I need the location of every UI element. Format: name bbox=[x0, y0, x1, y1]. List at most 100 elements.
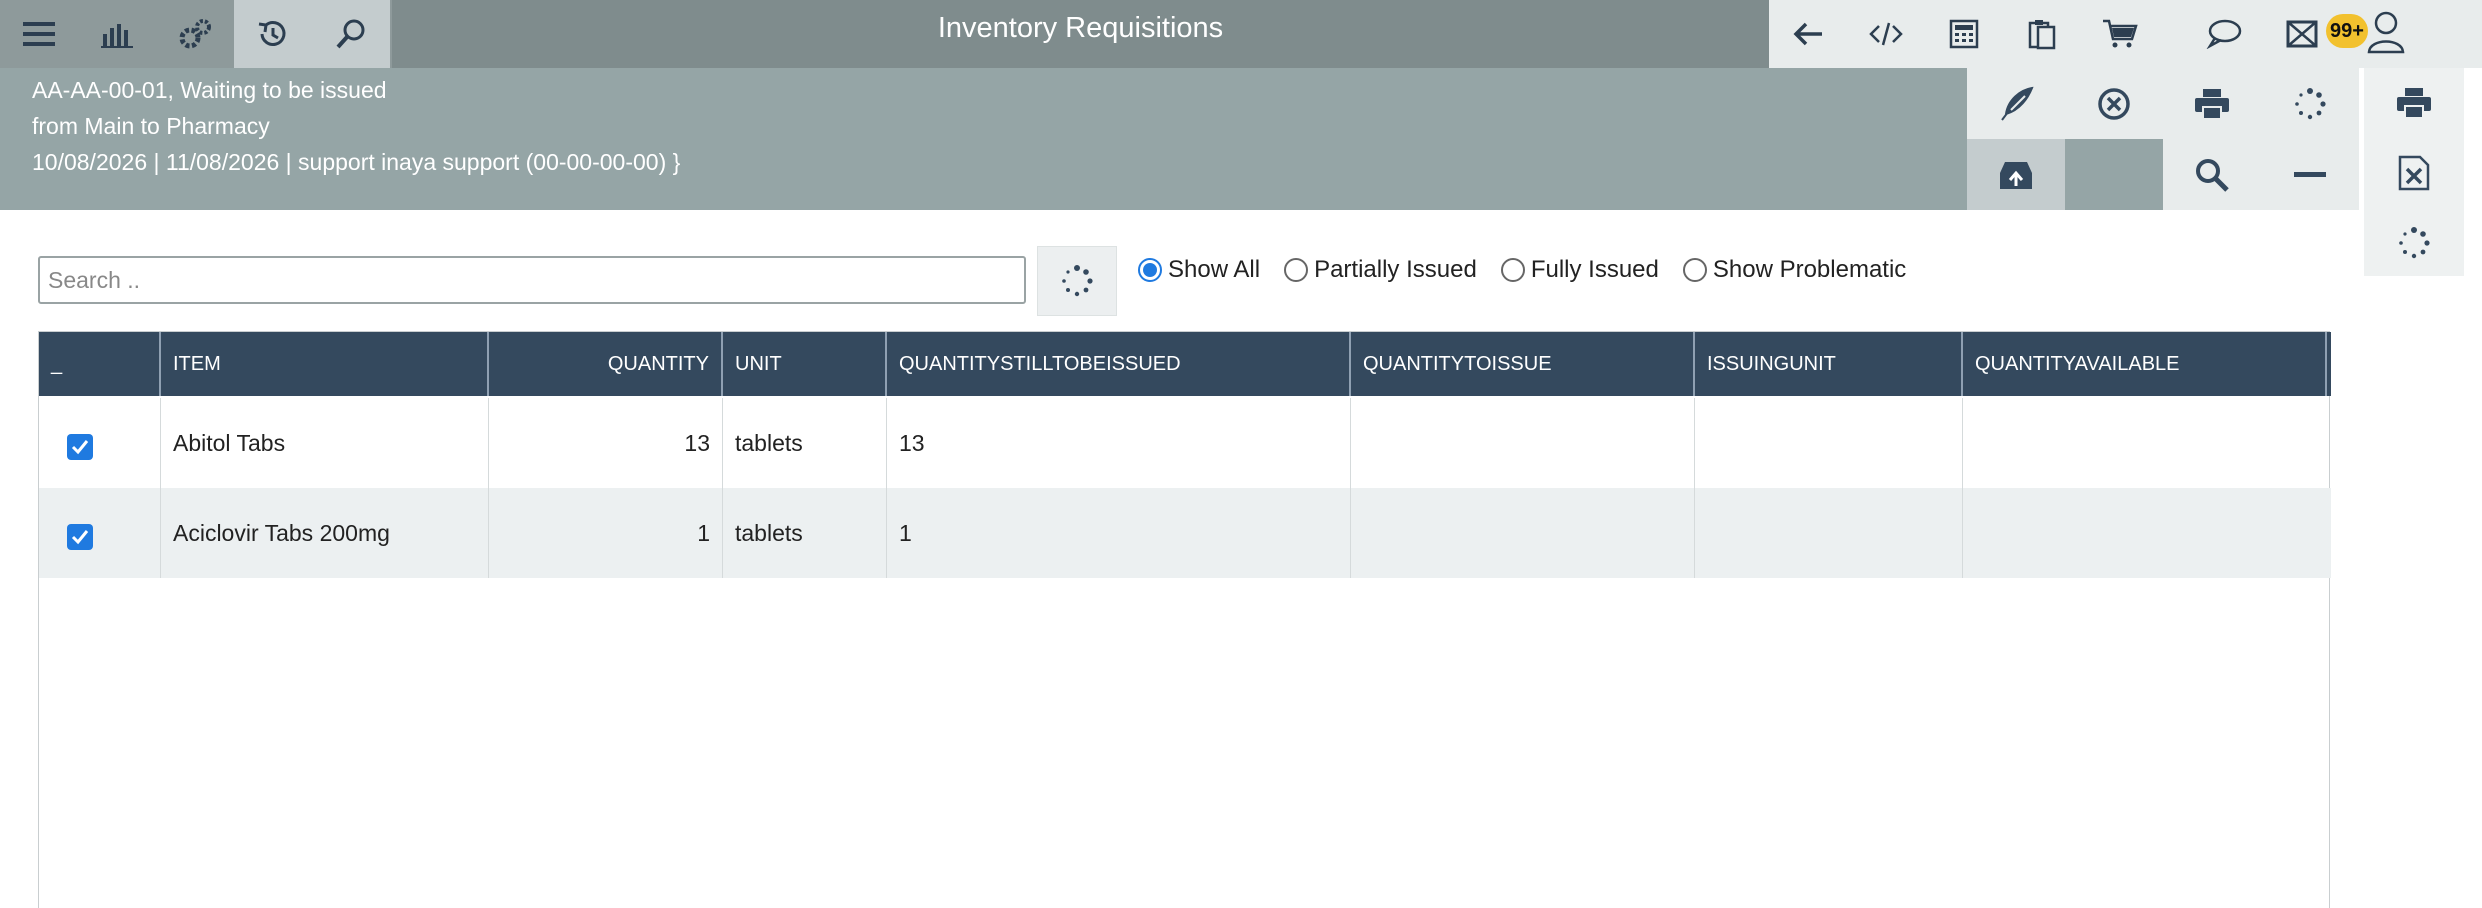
settings-gears-icon bbox=[179, 19, 211, 49]
still-to-be-issued-cell: 1 bbox=[887, 488, 1351, 578]
radio-fully-issued[interactable] bbox=[1500, 258, 1525, 282]
table-row[interactable]: Abitol Tabs 13 tablets 13 bbox=[39, 398, 2331, 488]
archive-button[interactable] bbox=[1967, 139, 2065, 210]
back-button[interactable] bbox=[1769, 0, 1847, 68]
calculator-button[interactable] bbox=[1925, 0, 2003, 68]
print-icon bbox=[2195, 88, 2229, 120]
item-cell: Aciclovir Tabs 200mg bbox=[161, 488, 489, 578]
zoom-icon bbox=[2196, 158, 2229, 192]
collapse-button[interactable] bbox=[2261, 139, 2359, 210]
left-toolbar bbox=[0, 0, 392, 68]
print-button[interactable] bbox=[2163, 68, 2261, 139]
user-avatar[interactable] bbox=[2366, 10, 2406, 54]
table-row[interactable]: Aciclovir Tabs 200mg 1 tablets 1 bbox=[39, 488, 2331, 578]
requisition-items-table: _ ITEM QUANTITY UNIT QUANTITYSTILLTOBEIS… bbox=[38, 331, 2331, 908]
top-bar: Inventory Requisitions 99+ bbox=[0, 0, 2482, 68]
radio-show-problematic[interactable] bbox=[1682, 258, 1707, 282]
action-grid bbox=[1967, 68, 2359, 210]
mail-icon bbox=[2286, 20, 2318, 48]
row-checkbox[interactable] bbox=[67, 434, 93, 460]
column-header-select[interactable]: _ bbox=[39, 332, 161, 396]
column-header-issuing-unit[interactable]: ISSUINGUNIT bbox=[1695, 332, 1963, 396]
search-icon bbox=[336, 19, 365, 49]
filter-label: Show All bbox=[1168, 256, 1261, 283]
row-select-cell bbox=[39, 488, 161, 578]
history-button[interactable] bbox=[234, 0, 312, 68]
menu-icon bbox=[23, 22, 55, 46]
feather-sign-icon bbox=[2001, 86, 2034, 121]
minus-icon bbox=[2294, 171, 2326, 177]
side-loading-indicator bbox=[2364, 208, 2464, 278]
loading-spinner-icon bbox=[1062, 265, 1093, 297]
code-button[interactable] bbox=[1847, 0, 1925, 68]
chat-button[interactable] bbox=[2185, 0, 2263, 68]
bar-chart-icon bbox=[101, 24, 133, 48]
unit-cell: tablets bbox=[723, 488, 887, 578]
column-header-quantity-available[interactable]: QUANTITYAVAILABLE bbox=[1963, 332, 2327, 396]
quantity-available-cell bbox=[1963, 398, 2331, 488]
loading-spinner-icon bbox=[2295, 87, 2326, 119]
history-icon bbox=[258, 21, 286, 46]
radio-show-all[interactable] bbox=[1138, 258, 1162, 282]
zoom-button[interactable] bbox=[2163, 139, 2261, 210]
excel-export-button[interactable] bbox=[2364, 138, 2464, 208]
requisition-info: AA-AA-00-01, Waiting to be issued from M… bbox=[32, 72, 680, 180]
column-header-quantity[interactable]: QUANTITY bbox=[489, 332, 723, 396]
filter-fully-issued[interactable]: Fully Issued bbox=[1500, 256, 1659, 284]
column-header-unit[interactable]: UNIT bbox=[723, 332, 887, 396]
requisition-route-line: from Main to Pharmacy bbox=[32, 113, 270, 139]
side-action-column bbox=[2364, 68, 2464, 276]
filter-radio-group: Show All Partially Issued Fully Issued S… bbox=[1138, 250, 1930, 290]
chat-icon bbox=[2206, 19, 2242, 49]
column-header-quantity-to-issue[interactable]: QUANTITYTOISSUE bbox=[1351, 332, 1695, 396]
search-tool-button[interactable] bbox=[312, 0, 390, 68]
reports-button[interactable] bbox=[78, 0, 156, 68]
filter-label: Show Problematic bbox=[1712, 256, 1907, 283]
quantity-to-issue-cell[interactable] bbox=[1351, 398, 1695, 488]
requisition-status-line: AA-AA-00-01, Waiting to be issued bbox=[32, 77, 387, 103]
back-arrow-icon bbox=[1793, 22, 1822, 46]
page-title: Inventory Requisitions bbox=[937, 12, 1224, 44]
column-header-still-to-be-issued[interactable]: QUANTITYSTILLTOBEISSUED bbox=[887, 332, 1351, 396]
search-input[interactable] bbox=[38, 256, 1026, 304]
row-select-cell bbox=[39, 398, 161, 488]
search-refresh-button[interactable] bbox=[1037, 246, 1117, 316]
settings-button[interactable] bbox=[156, 0, 234, 68]
quantity-available-cell bbox=[1963, 488, 2331, 578]
filter-show-problematic[interactable]: Show Problematic bbox=[1682, 256, 1907, 284]
side-print-button[interactable] bbox=[2364, 68, 2464, 138]
radio-partially-issued[interactable] bbox=[1284, 258, 1309, 282]
sign-button[interactable] bbox=[1967, 68, 2065, 139]
calculator-icon bbox=[1949, 19, 1979, 49]
quantity-to-issue-cell[interactable] bbox=[1351, 488, 1695, 578]
still-to-be-issued-cell: 13 bbox=[887, 398, 1351, 488]
item-cell: Abitol Tabs bbox=[161, 398, 489, 488]
user-icon bbox=[2367, 11, 2405, 54]
cart-icon bbox=[2103, 19, 2138, 48]
loading-indicator bbox=[2261, 68, 2359, 139]
check-icon bbox=[71, 530, 89, 545]
quantity-cell: 1 bbox=[489, 488, 723, 578]
requisition-dates-line: 10/08/2026 | 11/08/2026 | support inaya … bbox=[32, 149, 681, 175]
row-checkbox[interactable] bbox=[67, 524, 93, 550]
quantity-cell: 13 bbox=[489, 398, 723, 488]
column-header-item[interactable]: ITEM bbox=[161, 332, 489, 396]
issuing-unit-cell[interactable] bbox=[1695, 398, 1963, 488]
unit-cell: tablets bbox=[723, 398, 887, 488]
notification-badge[interactable]: 99+ bbox=[2326, 14, 2368, 48]
filter-partially-issued[interactable]: Partially Issued bbox=[1284, 256, 1477, 284]
code-icon bbox=[1869, 22, 1903, 46]
clipboard-button[interactable] bbox=[2003, 0, 2081, 68]
cart-button[interactable] bbox=[2081, 0, 2159, 68]
blank-action-slot bbox=[2065, 139, 2163, 210]
clipboard-icon bbox=[2028, 20, 2056, 50]
filter-show-all[interactable]: Show All bbox=[1138, 256, 1260, 284]
check-icon bbox=[71, 440, 89, 455]
issuing-unit-cell[interactable] bbox=[1695, 488, 1963, 578]
loading-spinner-icon bbox=[2399, 227, 2430, 259]
print-icon bbox=[2397, 88, 2431, 119]
menu-button[interactable] bbox=[0, 0, 78, 68]
excel-export-icon bbox=[2398, 155, 2430, 191]
cancel-button[interactable] bbox=[2065, 68, 2163, 139]
filter-label: Fully Issued bbox=[1530, 256, 1659, 283]
